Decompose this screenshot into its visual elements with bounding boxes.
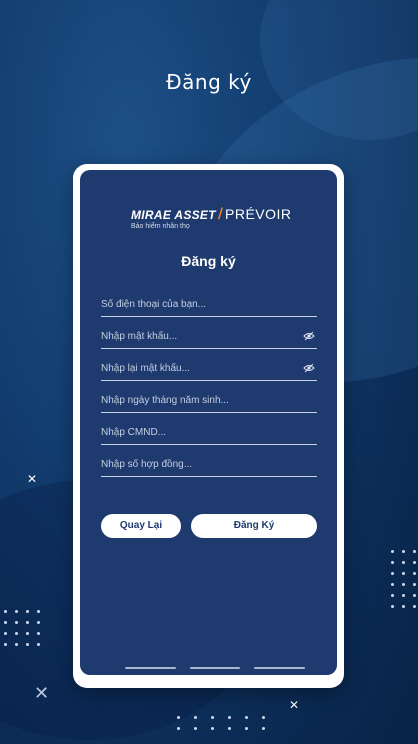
password-input[interactable] [101, 326, 291, 346]
logo-brand-left: MIRAE ASSET [131, 208, 216, 222]
eye-off-icon[interactable] [303, 330, 315, 342]
logo-brand-right: PRÉVOIR [225, 206, 292, 222]
dot-grid [4, 610, 40, 646]
x-mark-icon: ✕ [34, 683, 50, 704]
confirm-password-field [101, 358, 317, 381]
register-button[interactable]: Đăng Ký [191, 514, 317, 538]
logo-tagline: Bảo hiểm nhân thọ [131, 223, 190, 230]
id-card-field [101, 422, 317, 445]
phone-input[interactable] [101, 294, 291, 314]
register-form-card: MIRAE ASSET / PRÉVOIR Bảo hiểm nhân thọ … [80, 170, 337, 675]
logo-slash-icon: / [217, 206, 223, 222]
confirm-password-input[interactable] [101, 358, 291, 378]
screen-title: Đăng ký [166, 70, 252, 94]
back-button[interactable]: Quay Lại [101, 514, 181, 538]
form-title: Đăng ký [181, 253, 236, 269]
bottom-nav-indicators [125, 667, 306, 671]
contract-number-input[interactable] [101, 454, 291, 474]
birthdate-input[interactable] [101, 390, 291, 410]
nav-indicator [254, 667, 306, 669]
nav-indicator [125, 667, 176, 669]
x-mark-icon: ✕ [289, 698, 300, 712]
contract-number-field [101, 454, 317, 477]
password-field [101, 326, 317, 349]
birthdate-field [101, 390, 317, 413]
x-mark-icon: ✕ [27, 472, 38, 486]
dot-grid [391, 550, 416, 608]
screen: Đăng ký ✕ ✕ ✕ MIRAE ASSET / PRÉVOIR Bảo … [0, 0, 418, 744]
phone-field [101, 294, 317, 317]
id-card-input[interactable] [101, 422, 291, 442]
eye-off-icon[interactable] [303, 362, 315, 374]
phone-frame: MIRAE ASSET / PRÉVOIR Bảo hiểm nhân thọ … [73, 164, 344, 688]
nav-indicator [189, 667, 241, 669]
company-logo: MIRAE ASSET / PRÉVOIR Bảo hiểm nhân thọ [131, 206, 301, 230]
dot-grid [177, 716, 265, 730]
